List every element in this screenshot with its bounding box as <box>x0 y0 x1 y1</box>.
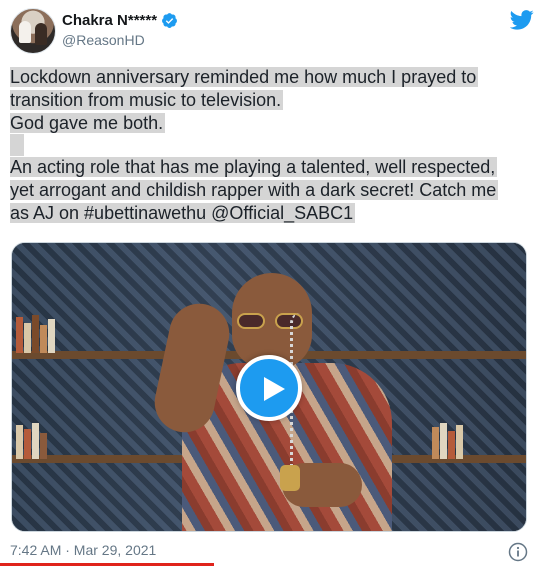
tweet-timestamp[interactable]: 7:42 AM · Mar 29, 2021 <box>10 542 156 558</box>
books <box>16 313 66 353</box>
display-name[interactable]: Chakra N***** <box>62 12 157 29</box>
tweet-text-line: Lockdown anniversary reminded me how muc… <box>10 67 479 87</box>
tweet-card: Chakra N***** @ReasonHD Lockdown anniver… <box>0 0 546 569</box>
tweet-text-line: yet arrogant and childish rapper with a … <box>10 180 499 201</box>
avatar-figure <box>35 23 47 45</box>
tweet-text: Lockdown anniversary reminded me how muc… <box>10 66 530 225</box>
avatar-figure <box>19 21 31 43</box>
avatar[interactable] <box>10 8 56 54</box>
tweet-text-line: as AJ on #ubettinawethu @Official_SABC1 <box>10 202 356 223</box>
play-button[interactable] <box>236 355 302 421</box>
annotation-underline <box>0 563 214 566</box>
paragraph-gap <box>10 134 24 157</box>
twitter-bird-icon[interactable] <box>510 10 534 30</box>
tweet-text-line: An acting role that has me playing a tal… <box>10 157 498 178</box>
tweet-header: Chakra N***** @ReasonHD <box>10 8 536 54</box>
tweet-text-line: God gave me both. <box>10 112 166 133</box>
tweet-footer: 7:42 AM · Mar 29, 2021 <box>10 542 536 562</box>
books <box>16 419 66 459</box>
verified-badge-icon <box>162 13 177 28</box>
video-player[interactable] <box>11 242 527 532</box>
tweet-text-line: transition from music to television. <box>10 89 284 110</box>
display-name-row: Chakra N***** <box>62 12 178 29</box>
watch <box>280 465 300 491</box>
author-handle[interactable]: @ReasonHD <box>62 32 178 48</box>
info-icon[interactable] <box>508 542 528 562</box>
play-icon <box>264 377 285 401</box>
books <box>432 419 492 459</box>
author-info: Chakra N***** @ReasonHD <box>62 12 178 48</box>
